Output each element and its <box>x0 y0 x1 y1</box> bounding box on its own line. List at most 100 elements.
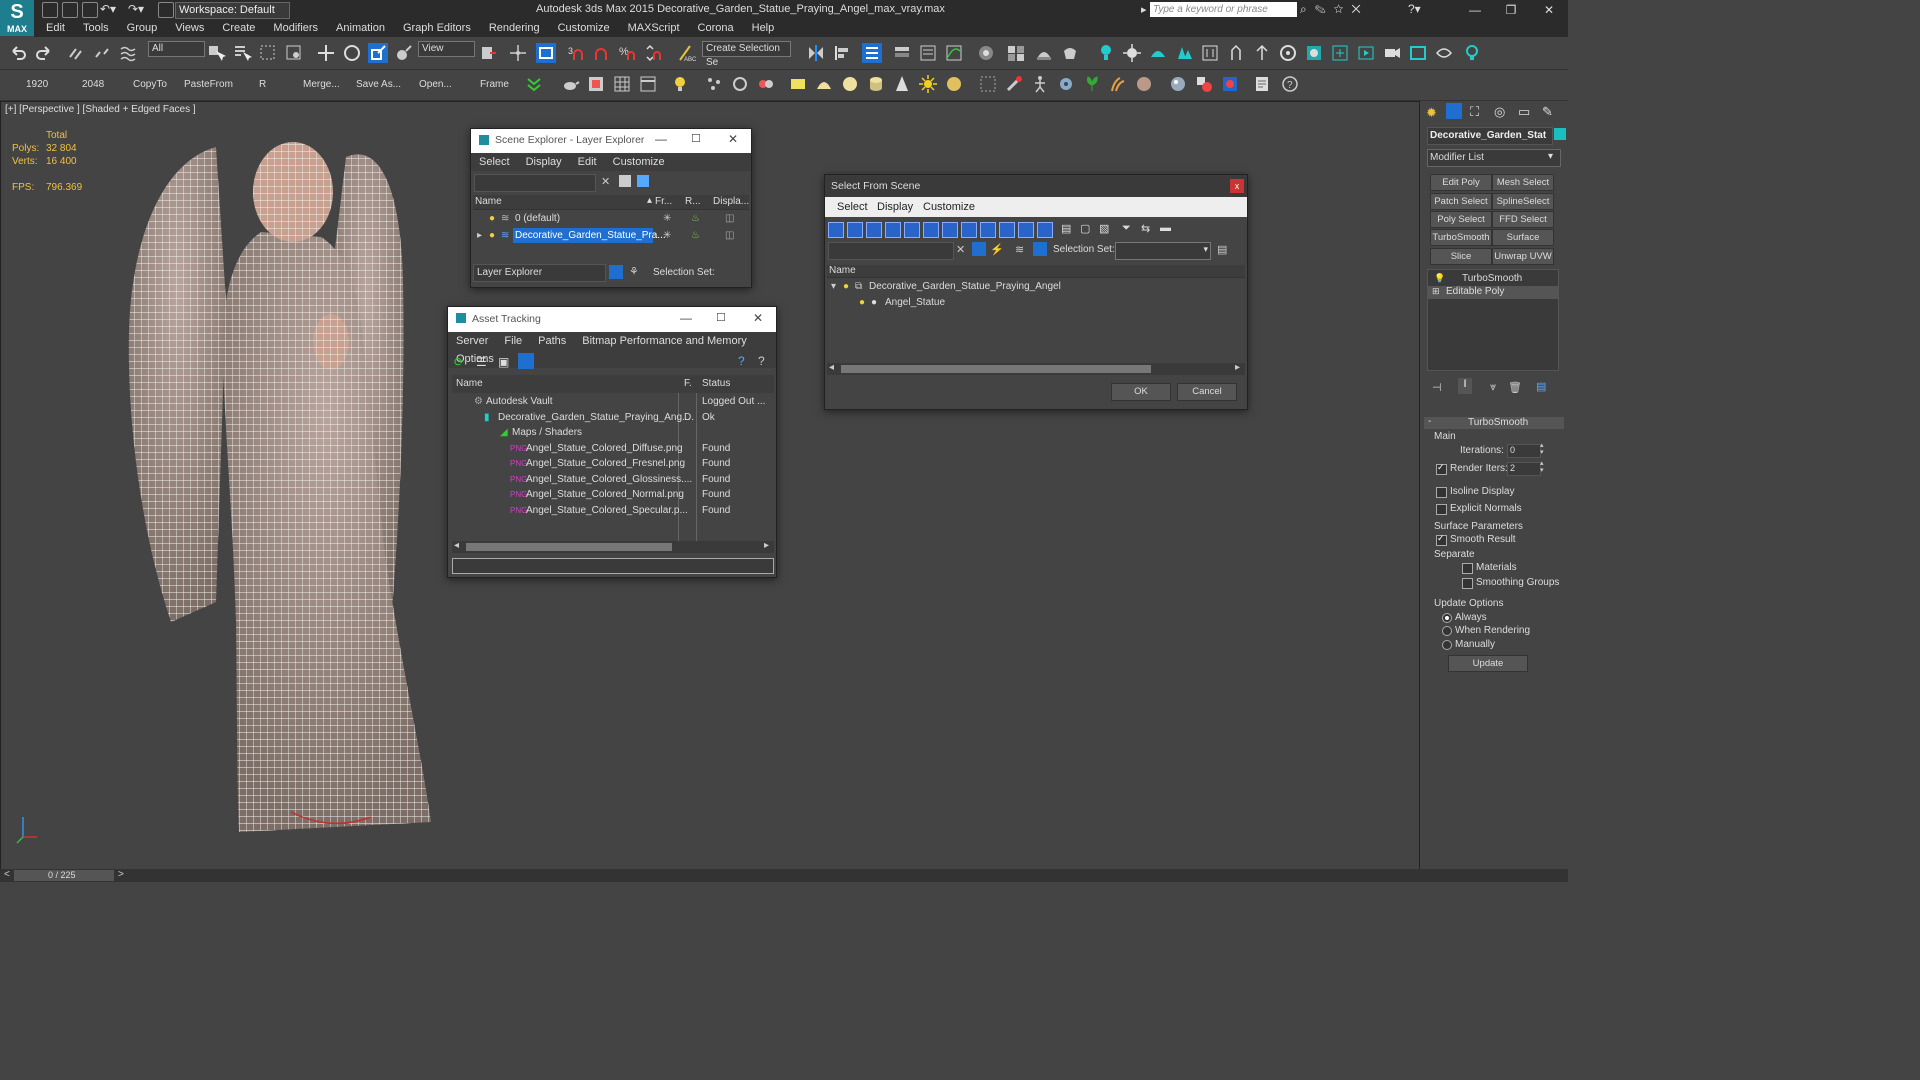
workspace-dropdown[interactable]: Workspace: Default <box>175 2 290 19</box>
layer-stack-icon[interactable] <box>637 175 649 187</box>
modify-tab-icon[interactable] <box>1446 103 1462 119</box>
prev-frame-icon[interactable]: < <box>4 869 10 880</box>
patch-select-button[interactable]: Patch Select <box>1430 193 1492 210</box>
remove-modifier-icon[interactable]: 🗑 <box>1508 381 1522 394</box>
scroll-thumb[interactable] <box>466 543 672 551</box>
asset-row[interactable]: PNG Angel_Statue_Colored_Fresnel.png Found <box>452 456 774 471</box>
display-invert-icon[interactable]: ▧ <box>1099 222 1109 235</box>
light-bulb-icon[interactable]: ● <box>489 228 495 243</box>
freeze-icon[interactable]: ✳ <box>663 211 671 226</box>
search-arrow-icon[interactable]: ▸ <box>1141 3 1147 16</box>
display-hidden-icon[interactable] <box>1037 222 1053 238</box>
scene-row-child[interactable]: ● ● Angel_Statue <box>827 295 1245 310</box>
table-view-icon[interactable] <box>518 353 534 369</box>
render-iters-spinner[interactable]: 2 <box>1507 462 1541 476</box>
display-xrefs-icon[interactable] <box>961 222 977 238</box>
menu-create[interactable]: Create <box>213 20 264 37</box>
scale-icon[interactable] <box>368 43 388 63</box>
sun-icon[interactable] <box>918 74 938 94</box>
undo-icon[interactable]: ↶▾ <box>100 2 116 16</box>
select-by-name-icon[interactable] <box>232 43 252 63</box>
render-teapot-icon[interactable]: ♨ <box>691 211 700 226</box>
vray-region-icon[interactable] <box>1408 43 1428 63</box>
select-from-scene-titlebar[interactable]: Select From Scene x <box>825 175 1247 197</box>
vray-render-icon[interactable] <box>1304 43 1324 63</box>
vray-fur-icon[interactable] <box>1226 43 1246 63</box>
menu-select[interactable]: Select <box>837 201 868 213</box>
project-folder-icon[interactable] <box>158 2 174 18</box>
hair-fur-icon[interactable] <box>1108 74 1128 94</box>
asset-tracking-titlebar[interactable]: Asset Tracking — ☐ ✕ <box>448 307 776 332</box>
rotate-icon[interactable] <box>342 43 362 63</box>
spline-select-button[interactable]: SplineSelect <box>1492 193 1554 210</box>
snaps-toggle-icon[interactable]: 3 <box>566 43 586 63</box>
menu-customize[interactable]: Customize <box>549 20 619 37</box>
menu-bitmap-performance[interactable]: Bitmap Performance and Memory <box>574 332 754 350</box>
column-name[interactable]: Name <box>456 378 483 389</box>
scene-explorer-search-input[interactable] <box>474 174 596 192</box>
angle-snap-icon[interactable] <box>592 43 612 63</box>
display-box-icon[interactable]: ◫ <box>725 228 734 243</box>
display-all-icon[interactable]: ▤ <box>1061 222 1071 235</box>
bones-icon[interactable] <box>1004 74 1024 94</box>
menu-customize[interactable]: Customize <box>923 201 975 213</box>
scroll-left-icon[interactable]: ◂ <box>454 540 459 551</box>
bind-space-warp-icon[interactable] <box>118 43 138 63</box>
smooth-result-checkbox[interactable] <box>1436 533 1447 546</box>
spinner-snap-icon[interactable] <box>644 43 664 63</box>
light-bulb-icon[interactable]: ● <box>859 295 865 310</box>
render-preview-icon[interactable] <box>1220 74 1240 94</box>
freeze-icon[interactable]: ✳ <box>663 228 671 243</box>
display-box-icon[interactable]: ◫ <box>725 211 734 226</box>
vray-frame-buffer-icon[interactable] <box>1278 43 1298 63</box>
unlink-icon[interactable] <box>92 43 112 63</box>
utilities-tab-icon[interactable]: ✎ <box>1542 104 1553 120</box>
vray-proxy-icon[interactable] <box>1174 43 1194 63</box>
isoline-display-checkbox[interactable] <box>1436 487 1447 498</box>
stack-item-editable-poly[interactable]: ⊞ Editable Poly <box>1428 286 1558 299</box>
grid-icon[interactable] <box>612 74 632 94</box>
menu-tools[interactable]: Tools <box>74 20 118 37</box>
ffd-select-button[interactable]: FFD Select <box>1492 211 1554 228</box>
particle-icon[interactable] <box>704 74 724 94</box>
schematic-view-icon[interactable] <box>976 43 996 63</box>
explorer-type-dropdown[interactable]: Layer Explorer <box>473 264 606 282</box>
spinner-arrows-icon[interactable]: ▴ ▾ <box>1540 442 1544 456</box>
menu-maxscript[interactable]: MAXScript <box>619 20 689 37</box>
scatter-icon[interactable] <box>978 74 998 94</box>
hierarchy-toggle-icon[interactable] <box>1033 242 1047 256</box>
asset-row[interactable]: PNG Angel_Statue_Colored_Normal.png Found <box>452 487 774 502</box>
material-editor-icon[interactable] <box>1006 43 1026 63</box>
selection-set-dropdown[interactable]: ▾ <box>1115 242 1211 260</box>
minimize-button[interactable]: — <box>1460 2 1490 18</box>
r-button[interactable]: R <box>259 79 266 90</box>
table-icon[interactable] <box>638 74 658 94</box>
vray-mesh-export-icon[interactable] <box>1252 43 1272 63</box>
mirror-icon[interactable] <box>806 43 826 63</box>
help-icon[interactable]: ?▾ <box>1408 2 1421 16</box>
redo-icon[interactable] <box>34 43 54 63</box>
render-iters-checkbox[interactable] <box>1436 462 1447 475</box>
sync-selection-icon[interactable]: ⇆ <box>1141 222 1150 235</box>
pivot-center-icon[interactable] <box>478 43 498 63</box>
asset-horizontal-scrollbar[interactable]: ◂ ▸ <box>452 540 774 553</box>
minimize-button[interactable]: — <box>655 132 667 146</box>
menu-graph-editors[interactable]: Graph Editors <box>394 20 480 37</box>
light-bulb-icon[interactable]: 💡 <box>1434 273 1445 284</box>
viewport-label[interactable]: [+] [Perspective ] [Shaded + Edged Faces… <box>5 104 196 115</box>
material-map-icon[interactable] <box>1194 74 1214 94</box>
layer-row-default[interactable]: ● ≋ 0 (default) ✳ ♨ ◫ <box>473 211 749 226</box>
scene-explorer-titlebar[interactable]: Scene Explorer - Layer Explorer — ☐ ✕ <box>471 129 751 153</box>
scroll-left-icon[interactable]: ◂ <box>829 362 834 373</box>
display-tab-icon[interactable]: ▭ <box>1518 104 1530 120</box>
column-name[interactable]: Name <box>829 265 856 276</box>
reference-coordinate-dropdown[interactable]: View <box>418 41 475 57</box>
asset-row[interactable]: ▮ Decorative_Garden_Statue_Praying_Ang...… <box>452 410 774 425</box>
search-input[interactable]: Type a keyword or phrase <box>1150 2 1297 17</box>
collapse-arrow-icon[interactable]: ▾ <box>831 279 836 294</box>
menu-customize[interactable]: Customize <box>605 153 673 171</box>
iterations-spinner[interactable]: 0 <box>1507 444 1541 458</box>
frame-button[interactable]: Frame <box>480 79 509 90</box>
menu-edit[interactable]: Edit <box>37 20 74 37</box>
slice-button[interactable]: Slice <box>1430 248 1492 265</box>
